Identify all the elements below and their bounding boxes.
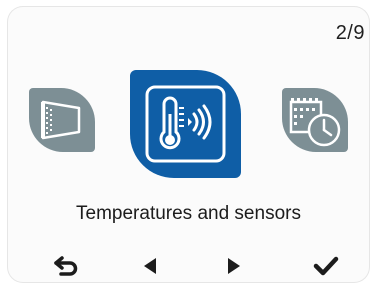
left-arrow-icon — [144, 258, 156, 274]
page-indicator: 2/9 — [335, 22, 365, 44]
calendar-clock-icon — [289, 98, 341, 147]
thermometer-sensor-icon — [145, 85, 226, 163]
next-button[interactable] — [212, 248, 256, 284]
checkmark-icon — [313, 256, 339, 276]
menu-tile-heater[interactable] — [29, 88, 95, 152]
menu-item-label: Temperatures and sensors — [76, 203, 301, 224]
right-arrow-icon — [228, 258, 240, 274]
heater-panel-icon — [41, 100, 81, 140]
confirm-button[interactable] — [304, 248, 348, 284]
navigation-bar — [0, 248, 377, 284]
menu-tile-temperatures[interactable] — [130, 70, 241, 178]
back-button[interactable] — [44, 248, 88, 284]
back-icon — [54, 256, 78, 276]
previous-button[interactable] — [128, 248, 172, 284]
menu-tile-schedule[interactable] — [282, 88, 348, 152]
